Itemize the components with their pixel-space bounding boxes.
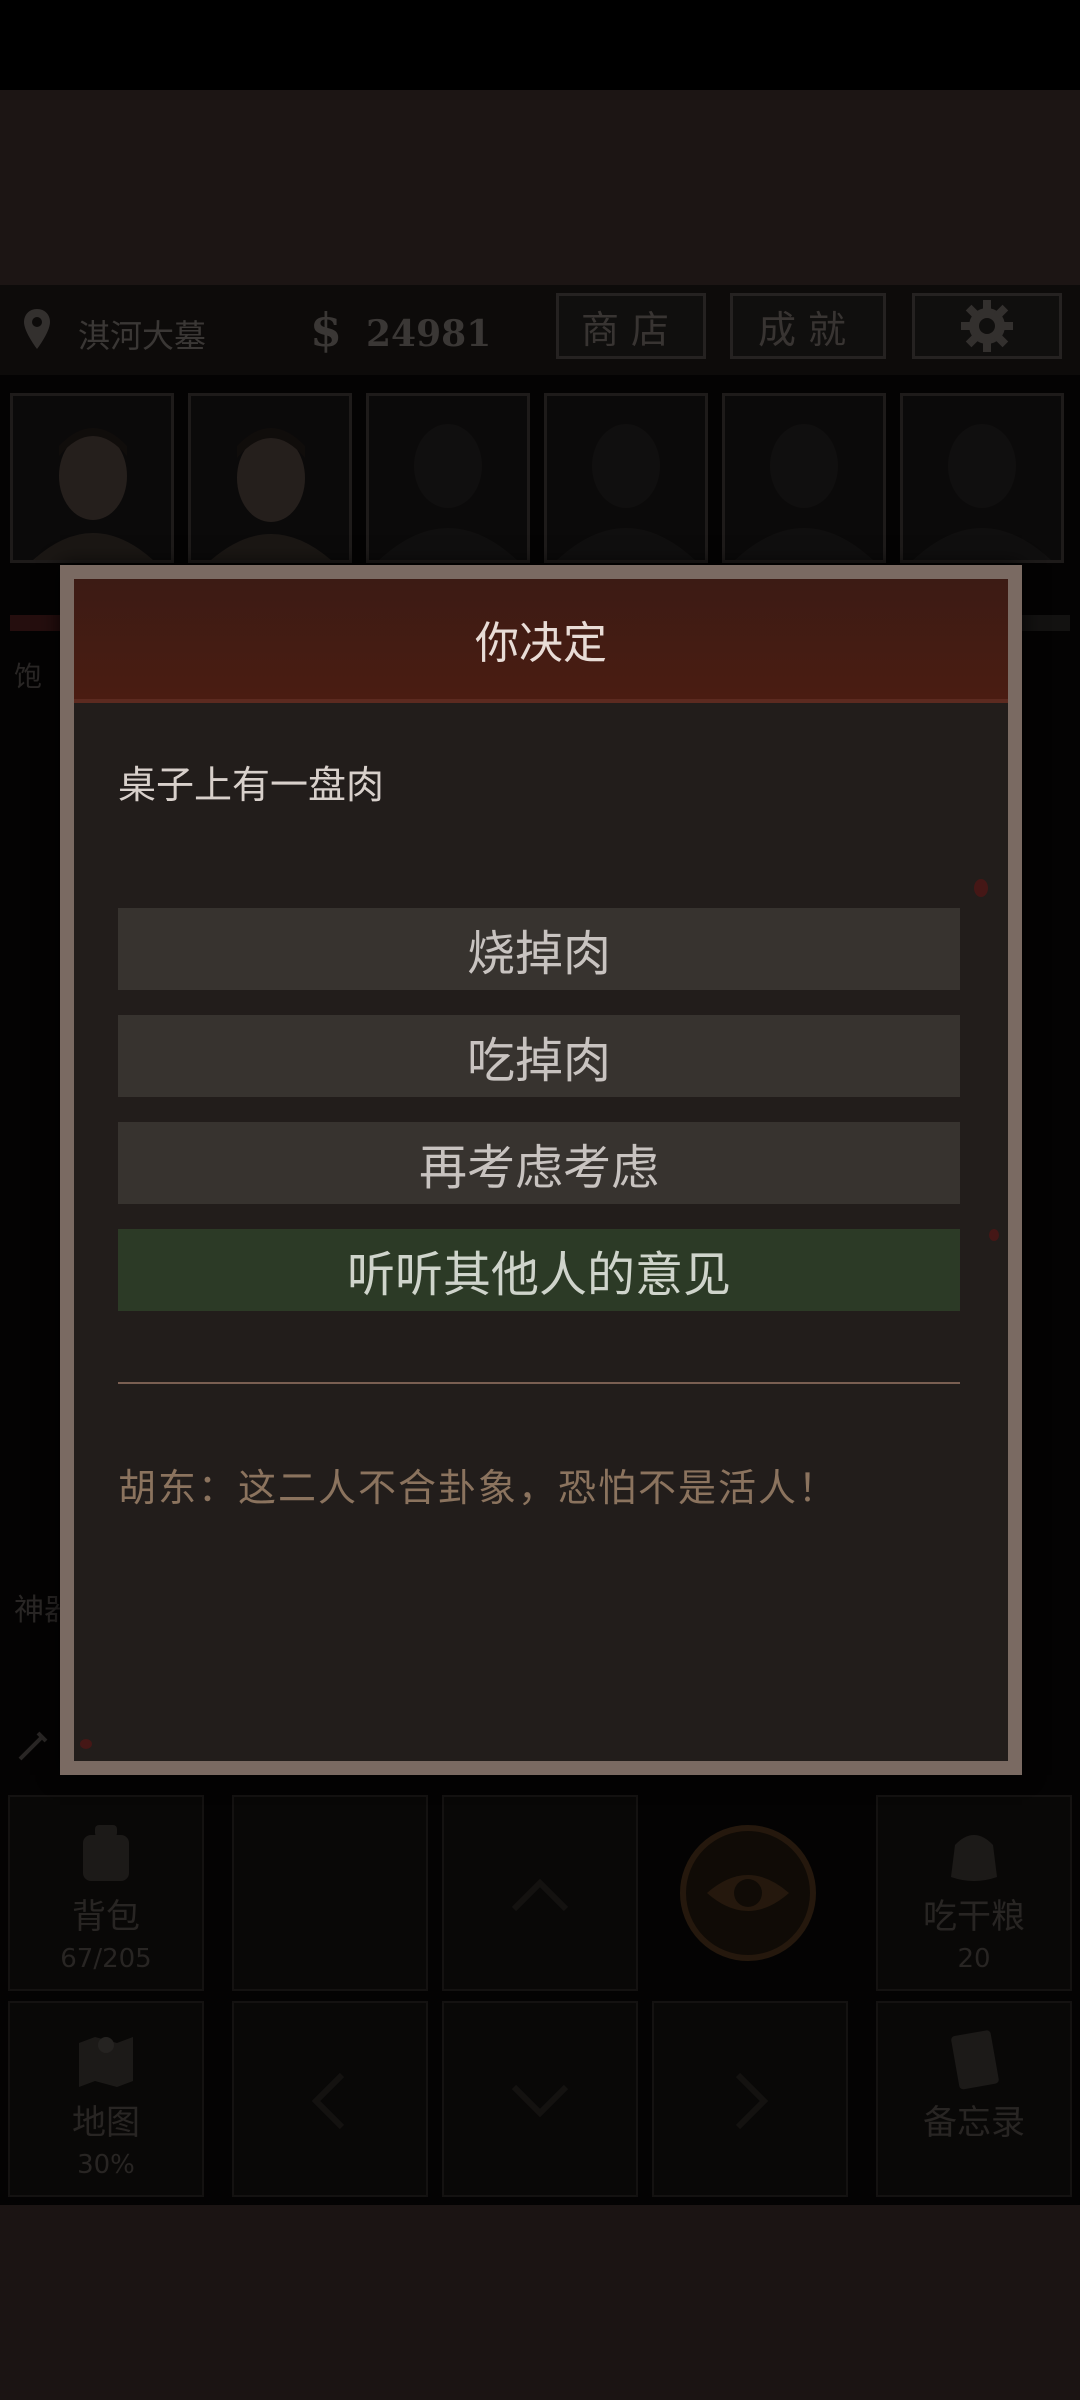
blood-stain bbox=[989, 1229, 999, 1241]
choice-eat-meat-button[interactable]: 吃掉肉 bbox=[118, 1015, 960, 1097]
companion-advice: 胡东：这二人不合卦象，恐怕不是活人！ bbox=[118, 1466, 839, 1510]
system-status-bar bbox=[0, 0, 1080, 90]
blood-stain bbox=[80, 1739, 92, 1749]
choice-ask-others-button[interactable]: 听听其他人的意见 bbox=[118, 1229, 960, 1311]
dialog-header: 你决定 bbox=[74, 579, 1008, 703]
choice-reconsider-button[interactable]: 再考虑考虑 bbox=[118, 1122, 960, 1204]
blood-stain bbox=[974, 879, 988, 897]
bottom-empty-band bbox=[0, 2205, 1080, 2400]
dialog-body: 你决定 桌子上有一盘肉 烧掉肉 吃掉肉 再考虑考虑 听听其他人的意见 胡东：这二… bbox=[74, 579, 1008, 1761]
event-description: 桌子上有一盘肉 bbox=[118, 763, 385, 807]
decision-dialog: 你决定 桌子上有一盘肉 烧掉肉 吃掉肉 再考虑考虑 听听其他人的意见 胡东：这二… bbox=[60, 565, 1022, 1775]
top-empty-band bbox=[0, 90, 1080, 285]
dialog-title: 你决定 bbox=[475, 618, 607, 669]
choice-burn-meat-button[interactable]: 烧掉肉 bbox=[118, 908, 960, 990]
dialog-divider bbox=[118, 1382, 960, 1384]
